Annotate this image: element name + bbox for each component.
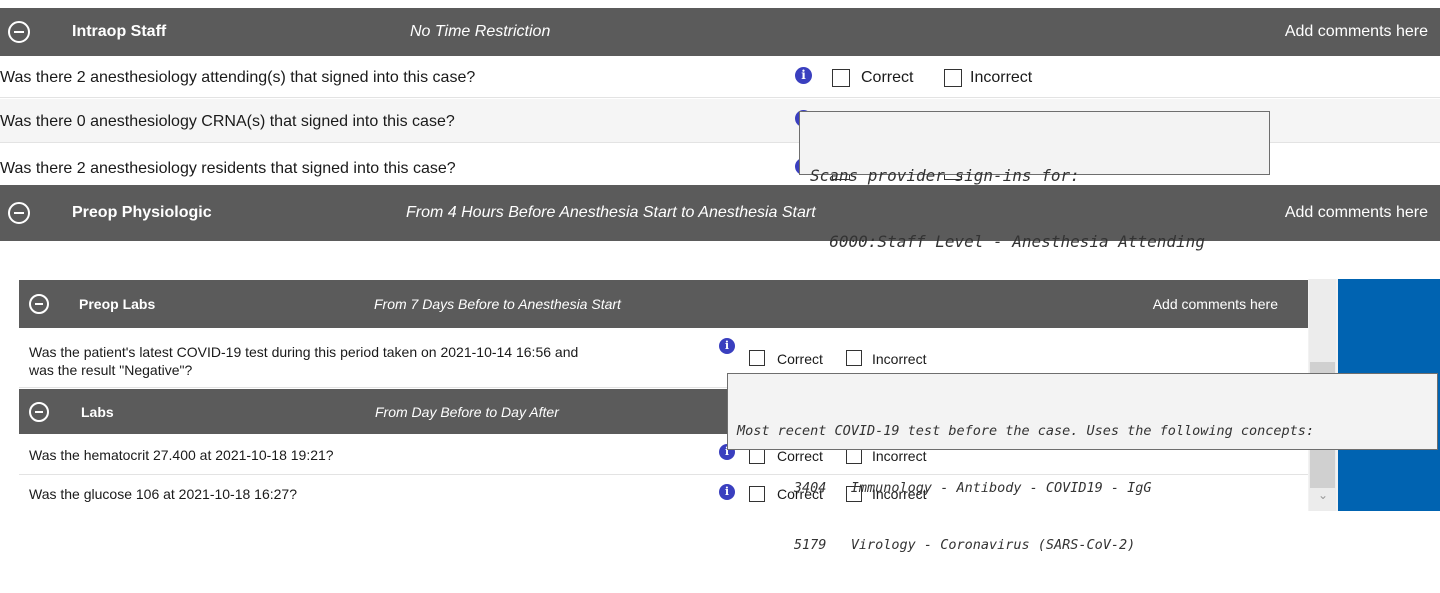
correct-checkbox[interactable] — [832, 69, 850, 87]
correct-label: Correct — [861, 69, 914, 86]
add-comments-button[interactable]: Add comments here — [1153, 296, 1278, 312]
correct-checkbox[interactable] — [749, 350, 765, 366]
tooltip-line: Scans provider sign-ins for: — [810, 166, 1080, 185]
info-tooltip: Scans provider sign-ins for: 6000:Staff … — [799, 111, 1270, 251]
add-comments-button[interactable]: Add comments here — [1285, 23, 1428, 41]
tooltip-line: 6000:Staff Level - Anesthesia Attending — [810, 232, 1205, 251]
time-range: No Time Restriction — [410, 23, 551, 40]
tooltip-line: 3404 Immunology - Antibody - COVID19 - I… — [737, 480, 1152, 496]
add-comments-button[interactable]: Add comments here — [1285, 204, 1428, 222]
info-icon[interactable]: i — [795, 67, 812, 84]
info-icon[interactable]: i — [719, 484, 735, 500]
section-title: Labs — [81, 403, 114, 420]
collapse-icon[interactable] — [29, 401, 49, 422]
section-title: Preop Physiologic — [72, 204, 212, 221]
section-header-intraop-staff[interactable]: Intraop Staff No Time Restriction Add co… — [0, 8, 1440, 56]
question-text: Was there 2 anesthesiology residents tha… — [0, 160, 456, 177]
time-range: From Day Before to Day After — [375, 403, 559, 420]
question-line: Was the patient's latest COVID-19 test d… — [29, 344, 579, 360]
correct-label: Correct — [777, 351, 823, 367]
tooltip-line: 5179 Virology - Coronavirus (SARS-CoV-2) — [737, 537, 1136, 553]
section-title: Intraop Staff — [72, 23, 167, 40]
incorrect-checkbox[interactable] — [944, 69, 962, 87]
collapse-icon[interactable] — [29, 294, 49, 314]
question-text: Was there 2 anesthesiology attending(s) … — [0, 69, 476, 86]
incorrect-label: Incorrect — [970, 69, 1033, 86]
tooltip-line: Most recent COVID-19 test before the cas… — [737, 423, 1315, 439]
incorrect-checkbox[interactable] — [846, 350, 862, 366]
collapse-icon[interactable] — [8, 21, 30, 43]
question-text: Was there 0 anesthesiology CRNA(s) that … — [0, 113, 455, 130]
info-tooltip: Most recent COVID-19 test before the cas… — [727, 373, 1438, 553]
question-row: Was there 2 anesthesiology attending(s) … — [0, 56, 1440, 98]
section-title: Preop Labs — [79, 296, 156, 312]
incorrect-label: Incorrect — [872, 351, 927, 367]
question-line: was the result "Negative"? — [29, 362, 193, 378]
question-text: Was the hematocrit 27.400 at 2021-10-18 … — [29, 447, 334, 463]
time-range: From 7 Days Before to Anesthesia Start — [374, 296, 621, 312]
collapse-icon[interactable] — [8, 202, 30, 224]
time-range: From 4 Hours Before Anesthesia Start to … — [406, 204, 816, 221]
question-text: Was the glucose 106 at 2021-10-18 16:27? — [29, 486, 298, 502]
info-icon[interactable]: i — [719, 338, 735, 354]
question-text: Was the patient's latest COVID-19 test d… — [29, 343, 578, 379]
